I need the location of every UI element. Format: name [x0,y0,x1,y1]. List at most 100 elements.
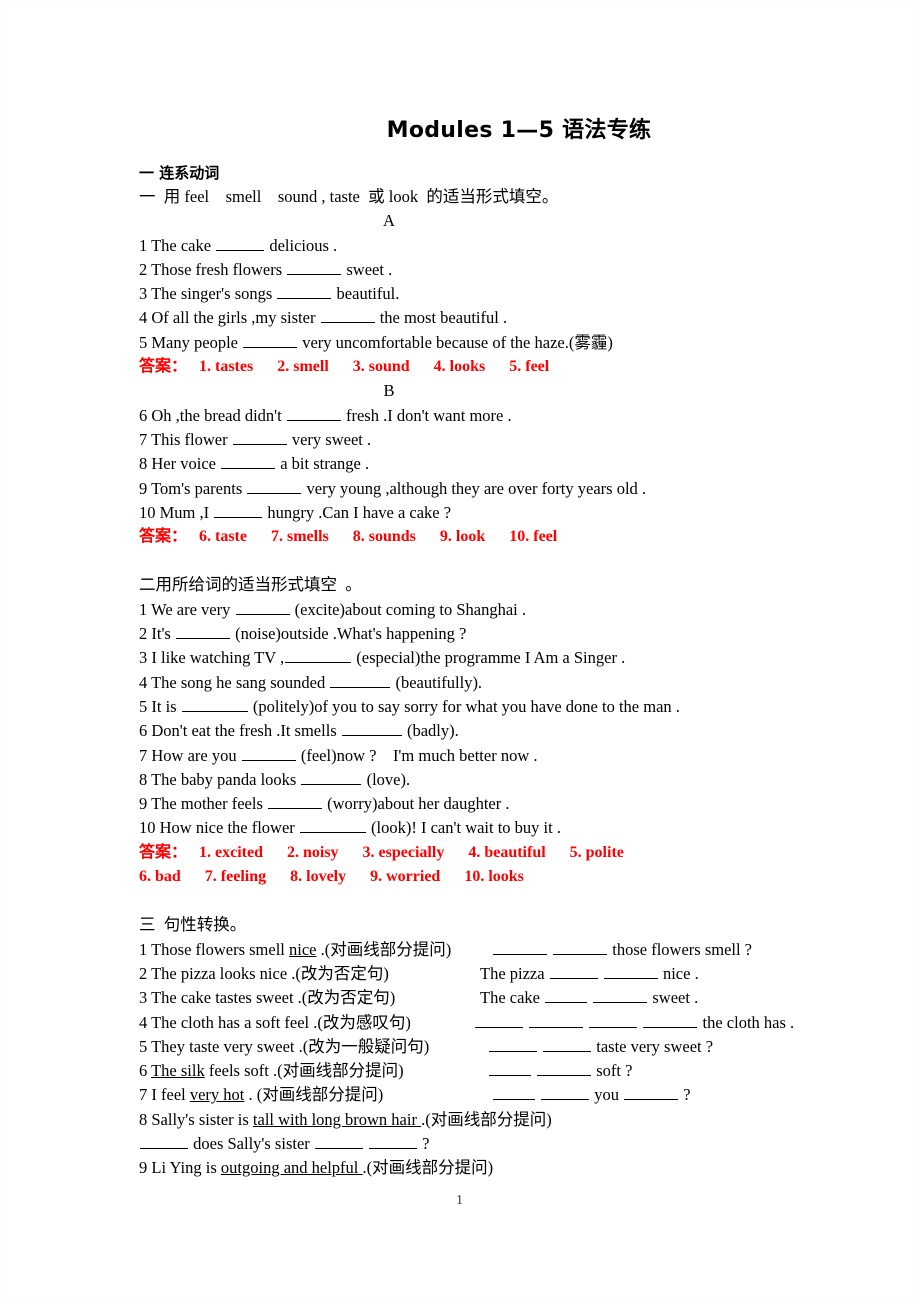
text-run [538,1037,542,1056]
page-title: Modules 1—5 语法专练 [386,118,652,143]
conversion-row: 6 The silk feels soft .(对画线部分提问) soft ? [139,1059,839,1083]
text-run: feels soft .(对画线部分提问) [204,1061,404,1081]
text-run: (feel)now ? I'm much better now . [296,745,538,765]
answer-blank[interactable] [537,1060,592,1077]
question-line: 4 Of all the girls ,my sister the most b… [139,306,839,330]
text-run: 5 Many people [139,332,243,352]
question-line: 10 How nice the flower (look)! I can't w… [139,816,839,840]
answer-blank[interactable] [175,623,230,640]
conversion-answer-area: you ? [474,1083,839,1107]
question-line: 2 It's (noise)outside .What's happening … [139,622,839,646]
text-run: 3 I like watching TV , [139,648,285,668]
answer-blank[interactable] [593,987,648,1004]
answer-blank[interactable] [216,234,265,251]
answer-blank[interactable] [241,744,296,761]
conversion-prompt: 2 The pizza looks nice .(改为否定句) [139,962,474,986]
answer-blank[interactable] [314,1133,363,1149]
answer-blank[interactable] [140,1133,188,1149]
answer-blank[interactable] [553,938,608,955]
section3-item9: 9 Li Ying is outgoing and helpful .(对画线部… [139,1156,839,1180]
answer-blank[interactable] [369,1133,418,1149]
section2-items: 1 We are very (excite)about coming to Sh… [139,598,839,841]
conversion-row: 1 Those flowers smell nice .(对画线部分提问) th… [139,938,839,962]
question-line: 8 The baby panda looks (love). [139,768,839,792]
answer-blank[interactable] [529,1011,584,1028]
group-b-items: 6 Oh ,the bread didn't fresh .I don't wa… [139,404,839,525]
text-run [536,1085,540,1104]
text-run: 6 [139,1061,152,1081]
answer-blank[interactable] [232,429,287,445]
conversion-row: 7 I feel very hot . (对画线部分提问) you ? [139,1083,839,1107]
answer-blank[interactable] [341,720,402,737]
answer-blank[interactable] [181,696,248,712]
answer-blank[interactable] [543,1036,592,1052]
question-line: 4 The song he sang sounded (beautifully)… [139,671,839,695]
conversion-answer-area: the cloth has . [474,1011,839,1035]
text-run: 3 The singer's songs [139,284,277,304]
answer-blank[interactable] [603,963,658,979]
section-gap-1 [139,549,839,573]
group-b-answers: 答案： 6. taste 7. smells 8. sounds 9. look… [139,528,558,546]
answer-blank[interactable] [247,477,302,494]
text-run: beautiful. [332,284,400,304]
group-a-items: 1 The cake delicious .2 Those fresh flow… [139,234,839,355]
text-run: 5 They taste very sweet .(改为一般疑问句) [139,1036,430,1056]
conversion-prompt: 1 Those flowers smell nice .(对画线部分提问) [139,938,474,962]
section2-answers-row2: 6. bad 7. feeling 8. lovely 9. worried 1… [139,868,524,886]
text-run: 10 Mum ,I [139,502,214,522]
answer-blank[interactable] [221,453,276,470]
answer-blank[interactable] [549,963,598,979]
answer-blank[interactable] [301,769,362,785]
text-run: you [590,1085,624,1105]
answer-blank[interactable] [268,793,322,810]
page-number: 1 [456,1193,463,1208]
text-run: 7 How are you [139,745,241,765]
text-run [532,1061,536,1080]
text-run [588,988,592,1007]
text-run: 8 Sally's sister is [139,1109,253,1129]
answer-blank[interactable] [285,647,352,664]
answer-blank[interactable] [541,1084,590,1101]
text-run: 3 The cake tastes sweet .(改为否定句) [139,988,396,1008]
text-run [548,940,552,959]
question-line: 10 Mum ,I hungry .Can I have a cake ? [139,501,839,525]
answer-blank[interactable] [493,1084,535,1101]
conversion-answer-area: those flowers smell ? [474,938,839,962]
question-line: 1 We are very (excite)about coming to Sh… [139,598,839,622]
question-line: 7 How are you (feel)now ? I'm much bette… [139,744,839,768]
answer-blank[interactable] [589,1011,638,1028]
answer-blank[interactable] [214,502,263,518]
conversion-prompt: 6 The silk feels soft .(对画线部分提问) [139,1059,474,1083]
group-a-answers: 答案： 1. tastes 2. smell 3. sound 4. looks… [139,358,550,376]
question-line: 6 Oh ,the bread didn't fresh .I don't wa… [139,404,839,428]
answer-blank[interactable] [287,259,342,275]
text-run: The pizza [480,963,549,983]
conversion-row: 2 The pizza looks nice .(改为否定句) The pizza… [139,962,839,986]
answer-blank[interactable] [475,1011,523,1028]
answer-blank[interactable] [643,1011,698,1028]
text-run: does Sally's sister [189,1133,314,1153]
text-run: fresh .I don't want more . [341,405,512,425]
text-run: very young ,although they are over forty… [302,478,647,498]
answer-blank[interactable] [489,1036,537,1052]
answer-blank[interactable] [493,938,547,955]
answer-blank[interactable] [320,307,375,324]
underlined-phrase: tall with long brown hair [252,1109,422,1129]
answer-blank[interactable] [624,1084,679,1101]
answer-blank[interactable] [243,332,298,348]
answer-blank[interactable] [330,671,391,688]
conversion-prompt: 4 The cloth has a soft feel .(改为感叹句) [139,1011,474,1035]
answer-blank[interactable] [286,405,341,421]
answer-blank[interactable] [235,599,290,615]
conversion-prompt: 5 They taste very sweet .(改为一般疑问句) [139,1035,474,1059]
answer-blank[interactable] [489,1060,531,1077]
question-line: 1 The cake delicious . [139,234,839,258]
answer-blank[interactable] [277,283,332,300]
answer-blank[interactable] [299,817,366,834]
question-line: 5 Many people very uncomfortable because… [139,331,839,355]
answer-blank[interactable] [545,987,588,1004]
text-run: soft ? [592,1061,633,1081]
text-run: 1 The cake [139,235,216,255]
section3-heading: 三 句性转换。 [139,915,247,935]
text-run: 2 Those fresh flowers [139,259,287,279]
